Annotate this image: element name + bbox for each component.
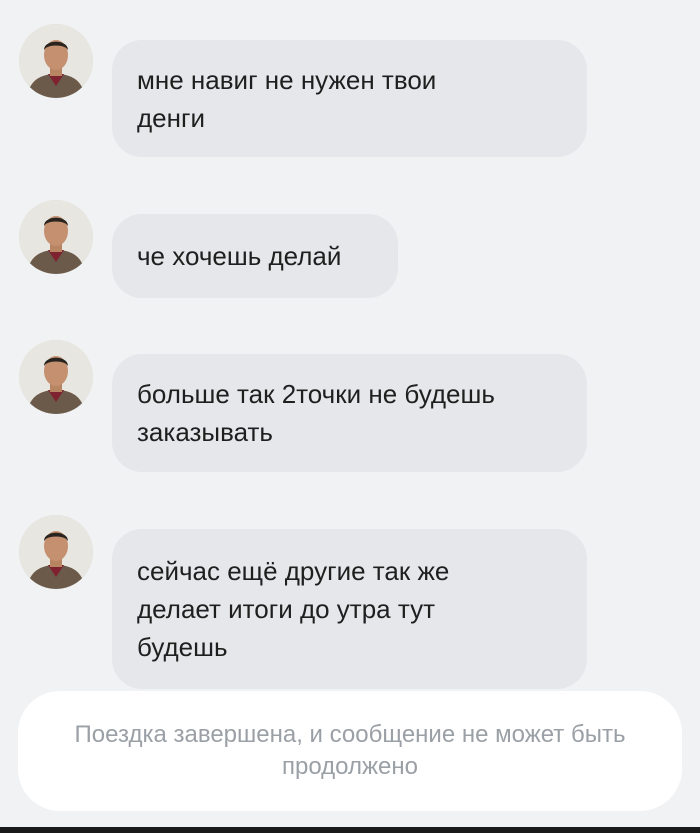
avatar[interactable] — [19, 340, 93, 414]
avatar[interactable] — [19, 515, 93, 589]
message-bubble[interactable]: че хочешь делай — [112, 214, 398, 298]
bottom-edge-bar — [0, 827, 700, 833]
message-bubble[interactable]: больше так 2точки не будешь заказывать — [112, 354, 587, 472]
message-text: мне навиг не нужен твои денги — [137, 64, 437, 133]
trip-ended-notice: Поездка завершена, и сообщение не может … — [18, 691, 682, 811]
avatar-photo — [19, 24, 93, 98]
message-text: сейчас ещё другие так же делает итоги до… — [137, 556, 450, 662]
chat-thread: мне навиг не нужен твои денги че хочешь … — [0, 0, 700, 833]
message-bubble[interactable]: мне навиг не нужен твои денги — [112, 40, 587, 157]
avatar[interactable] — [19, 24, 93, 98]
avatar-photo — [19, 200, 93, 274]
avatar[interactable] — [19, 200, 93, 274]
message-text: че хочешь делай — [137, 241, 342, 271]
message-bubble[interactable]: сейчас ещё другие так же делает итоги до… — [112, 529, 587, 689]
notice-text: Поездка завершена, и сообщение не может … — [74, 721, 626, 780]
avatar-photo — [19, 515, 93, 589]
message-text: больше так 2точки не будешь заказывать — [137, 379, 495, 447]
avatar-photo — [19, 340, 93, 414]
